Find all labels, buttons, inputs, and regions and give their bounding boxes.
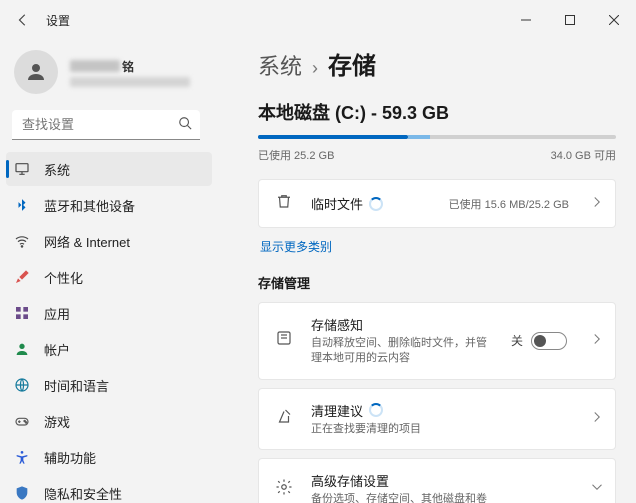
nav-label: 系统 <box>44 160 70 179</box>
minimize-button[interactable] <box>504 0 548 40</box>
free-label: 34.0 GB 可用 <box>551 147 616 163</box>
advanced-title: 高级存储设置 <box>311 471 389 490</box>
disk-title: 本地磁盘 (C:) - 59.3 GB <box>258 99 616 125</box>
nav-label: 应用 <box>44 304 70 323</box>
nav-label: 个性化 <box>44 268 83 287</box>
maximize-button[interactable] <box>548 0 592 40</box>
chevron-right-icon <box>591 195 603 213</box>
nav-label: 时间和语言 <box>44 376 109 395</box>
toggle-label: 关 <box>511 332 523 349</box>
wifi-icon <box>14 233 30 249</box>
person-icon <box>14 341 30 357</box>
nav-item-game[interactable]: 游戏 <box>6 404 212 438</box>
system-icon <box>14 161 30 177</box>
cleanup-title: 清理建议 <box>311 401 363 420</box>
nav-item-apps[interactable]: 应用 <box>6 296 212 330</box>
temp-files-status: 已使用 15.6 MB/25.2 GB <box>449 196 569 212</box>
cleanup-sub: 正在查找要清理的项目 <box>311 422 575 437</box>
nav-label: 蓝牙和其他设备 <box>44 196 135 215</box>
accessibility-icon <box>14 449 30 465</box>
gear-icon <box>275 478 295 501</box>
nav-item-wifi[interactable]: 网络 & Internet <box>6 224 212 258</box>
chevron-down-icon <box>591 480 603 498</box>
nav-item-bluetooth[interactable]: 蓝牙和其他设备 <box>6 188 212 222</box>
game-icon <box>14 413 30 429</box>
breadcrumb-current: 存储 <box>328 46 376 81</box>
chevron-right-icon: › <box>312 58 318 79</box>
advanced-sub: 备份选项、存储空间、其他磁盘和卷 <box>311 492 575 503</box>
storage-sense-toggle[interactable] <box>531 332 567 350</box>
disk-icon <box>275 329 295 352</box>
chevron-right-icon <box>591 410 603 428</box>
brush-icon <box>14 269 30 285</box>
show-more-link[interactable]: 显示更多类别 <box>260 238 616 255</box>
storage-sense-card[interactable]: 存储感知 自动释放空间、删除临时文件，并管理本地可用的云内容 关 <box>258 302 616 380</box>
storage-sense-title: 存储感知 <box>311 315 363 334</box>
breadcrumb: 系统 › 存储 <box>258 46 616 81</box>
nav-item-system[interactable]: 系统 <box>6 152 212 186</box>
chevron-right-icon <box>591 332 603 350</box>
spinner-icon <box>369 197 383 211</box>
user-email-blurred <box>70 77 190 87</box>
back-button[interactable] <box>14 11 32 29</box>
advanced-card[interactable]: 高级存储设置 备份选项、存储空间、其他磁盘和卷 <box>258 458 616 503</box>
shield-icon <box>14 485 30 501</box>
user-block[interactable]: 铭 <box>0 40 212 110</box>
broom-icon <box>275 407 295 430</box>
storage-sense-sub: 自动释放空间、删除临时文件，并管理本地可用的云内容 <box>311 336 495 367</box>
nav-item-brush[interactable]: 个性化 <box>6 260 212 294</box>
nav-item-accessibility[interactable]: 辅助功能 <box>6 440 212 474</box>
nav-item-person[interactable]: 帐户 <box>6 332 212 366</box>
user-name-suffix: 铭 <box>122 58 134 75</box>
search-box[interactable] <box>12 110 200 140</box>
window-title: 设置 <box>46 12 70 29</box>
temp-files-title: 临时文件 <box>311 194 363 213</box>
trash-icon <box>275 192 295 215</box>
bluetooth-icon <box>14 197 30 213</box>
apps-icon <box>14 305 30 321</box>
nav-label: 帐户 <box>44 340 70 359</box>
nav-label: 网络 & Internet <box>44 232 130 251</box>
breadcrumb-parent[interactable]: 系统 <box>258 49 302 81</box>
spinner-icon <box>369 403 383 417</box>
nav-item-shield[interactable]: 隐私和安全性 <box>6 476 212 503</box>
nav-label: 辅助功能 <box>44 448 96 467</box>
used-label: 已使用 25.2 GB <box>258 147 334 163</box>
storage-bar <box>258 135 616 139</box>
temp-files-card[interactable]: 临时文件 已使用 15.6 MB/25.2 GB <box>258 179 616 228</box>
close-button[interactable] <box>592 0 636 40</box>
nav-label: 游戏 <box>44 412 70 431</box>
avatar <box>14 50 58 94</box>
nav-item-globe[interactable]: 时间和语言 <box>6 368 212 402</box>
user-name-blurred <box>70 60 120 72</box>
globe-icon <box>14 377 30 393</box>
cleanup-card[interactable]: 清理建议 正在查找要清理的项目 <box>258 388 616 450</box>
nav-label: 隐私和安全性 <box>44 484 122 503</box>
search-icon <box>178 116 192 135</box>
storage-mgmt-header: 存储管理 <box>258 273 616 292</box>
search-input[interactable] <box>12 110 200 140</box>
